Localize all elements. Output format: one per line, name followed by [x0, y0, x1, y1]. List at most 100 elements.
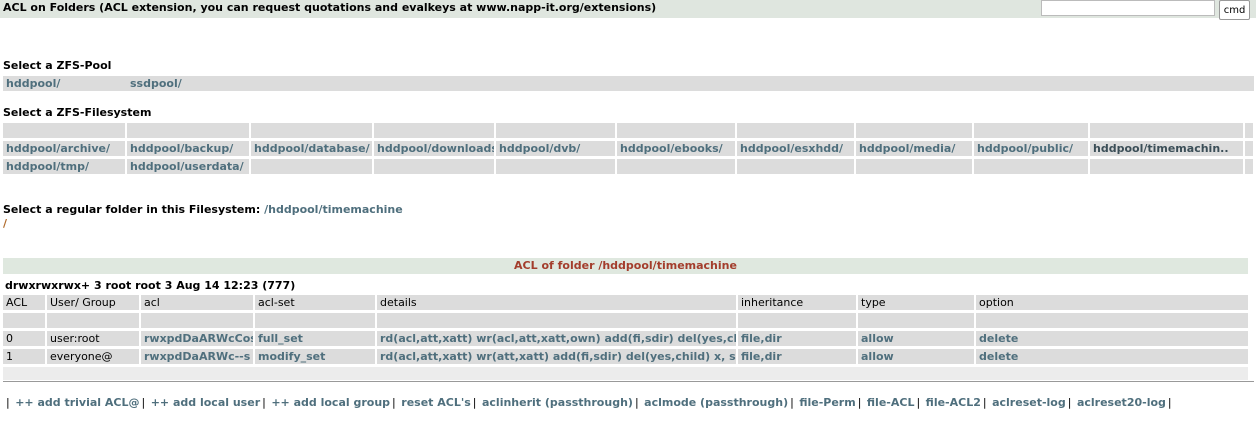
table-blank-cell: [858, 313, 974, 328]
col-acl-perm: acl: [141, 295, 253, 310]
acl-row-1-delete[interactable]: delete: [976, 349, 1248, 364]
fs-blank-cell: [1245, 141, 1253, 156]
acl-row-0-index: 0: [3, 331, 45, 346]
fs-blank-cell: [1090, 123, 1243, 138]
acl-row-1-inheritance[interactable]: file,dir: [738, 349, 856, 364]
separator: |: [634, 396, 639, 409]
separator: |: [790, 396, 794, 409]
acl-row-0-acl[interactable]: rwxpdDaARWcCos: [141, 331, 253, 346]
fs-item-public[interactable]: hddpool/public/: [974, 141, 1088, 156]
fs-blank-cell: [496, 159, 615, 174]
divider: [3, 381, 1254, 382]
cmd-button[interactable]: cmd: [1219, 0, 1250, 20]
fs-blank-cell: [127, 123, 249, 138]
current-folder-link[interactable]: /: [3, 217, 7, 230]
separator: |: [392, 396, 396, 409]
separator: |: [6, 396, 10, 409]
aclinherit-link[interactable]: aclinherit (passthrough): [482, 396, 633, 409]
file-perm-link[interactable]: file-Perm: [799, 396, 855, 409]
add-trivial-acl-link[interactable]: ++ add trivial ACL@: [15, 396, 139, 409]
folder-label: Select a regular folder in this Filesyst…: [3, 203, 403, 216]
separator: |: [916, 396, 921, 409]
fs-item-esxhdd[interactable]: hddpool/esxhdd/: [737, 141, 854, 156]
fs-item-backup[interactable]: hddpool/backup/: [127, 141, 249, 156]
add-local-user-link[interactable]: ++ add local user: [151, 396, 260, 409]
permission-line: drwxrwxrwx+ 3 root root 3 Aug 14 12:23 (…: [5, 279, 296, 292]
acl-row-0-delete[interactable]: delete: [976, 331, 1248, 346]
fs-item-ebooks[interactable]: hddpool/ebooks/: [617, 141, 735, 156]
col-details: details: [377, 295, 736, 310]
file-acl2-link[interactable]: file-ACL2: [926, 396, 981, 409]
acl-row-1-user: everyone@: [47, 349, 139, 364]
separator: |: [1067, 396, 1072, 409]
aclmode-link[interactable]: aclmode (passthrough): [644, 396, 788, 409]
action-bar: | ++ add trivial ACL@ | ++ add local user…: [4, 396, 1174, 409]
fs-item-userdata[interactable]: hddpool/userdata/: [127, 159, 249, 174]
fs-item-database[interactable]: hddpool/database/: [251, 141, 372, 156]
pool-item-ssdpool[interactable]: ssdpool/: [130, 76, 182, 91]
table-blank-cell: [47, 313, 139, 328]
acl-row-1-aclset[interactable]: modify_set: [255, 349, 375, 364]
fs-blank-cell: [856, 123, 972, 138]
col-user-group: User/ Group: [47, 295, 139, 310]
folder-path-link[interactable]: /hddpool/timemachine: [264, 203, 403, 216]
separator: |: [472, 396, 477, 409]
pool-item-hddpool[interactable]: hddpool/: [6, 76, 60, 91]
fs-blank-cell: [1245, 159, 1253, 174]
col-type: type: [858, 295, 974, 310]
col-acl: ACL: [3, 295, 45, 310]
acl-row-1-index: 1: [3, 349, 45, 364]
col-option: option: [976, 295, 1248, 310]
aclreset-log-link[interactable]: aclreset-log: [992, 396, 1066, 409]
folder-label-text: Select a regular folder in this Filesyst…: [3, 203, 261, 216]
fs-blank-cell: [251, 123, 372, 138]
fs-blank-cell: [737, 123, 854, 138]
fs-item-downloads[interactable]: hddpool/downloads/: [374, 141, 494, 156]
page-title: ACL on Folders (ACL extension, you can r…: [3, 1, 657, 14]
separator: |: [262, 396, 266, 409]
pool-row: hddpool/ ssdpool/: [3, 76, 1254, 91]
fs-item-dvb[interactable]: hddpool/dvb/: [496, 141, 615, 156]
separator: |: [857, 396, 862, 409]
table-blank-cell: [377, 313, 736, 328]
reset-acls-link[interactable]: reset ACL's: [401, 396, 471, 409]
fs-item-media[interactable]: hddpool/media/: [856, 141, 972, 156]
fs-item-archive[interactable]: hddpool/archive/: [3, 141, 125, 156]
fs-blank-cell: [1090, 159, 1243, 174]
col-inheritance: inheritance: [738, 295, 856, 310]
acl-row-0-details[interactable]: rd(acl,att,xatt) wr(acl,att,xatt,own) ad…: [377, 331, 736, 346]
acl-heading: ACL of folder /hddpool/timemachine: [3, 258, 1248, 274]
acl-row-1-details[interactable]: rd(acl,att,xatt) wr(att,xatt) add(fi,sdi…: [377, 349, 736, 364]
separator: |: [1167, 396, 1172, 409]
cmd-input[interactable]: [1041, 0, 1215, 16]
table-blank-cell: [141, 313, 253, 328]
separator: |: [982, 396, 987, 409]
filesystem-heading: Select a ZFS-Filesystem: [3, 106, 152, 119]
fs-blank-cell: [856, 159, 972, 174]
add-local-group-link[interactable]: ++ add local group: [271, 396, 390, 409]
acl-row-1-acl[interactable]: rwxpdDaARWc--s: [141, 349, 253, 364]
fs-blank-cell: [374, 123, 494, 138]
acl-row-0-inheritance[interactable]: file,dir: [738, 331, 856, 346]
table-blank-cell: [976, 313, 1248, 328]
table-blank-cell: [3, 313, 45, 328]
fs-blank-cell: [374, 159, 494, 174]
fs-item-tmp[interactable]: hddpool/tmp/: [3, 159, 125, 174]
fs-blank-cell: [617, 159, 735, 174]
acl-row-0-user: user:root: [47, 331, 139, 346]
table-footer-strip: [3, 367, 1248, 380]
acl-row-1-type[interactable]: allow: [858, 349, 974, 364]
fs-blank-cell: [737, 159, 854, 174]
file-acl-link[interactable]: file-ACL: [867, 396, 915, 409]
separator: |: [141, 396, 146, 409]
fs-blank-cell: [496, 123, 615, 138]
table-blank-cell: [738, 313, 856, 328]
fs-blank-cell: [251, 159, 372, 174]
fs-blank-cell: [974, 123, 1088, 138]
fs-item-timemachine[interactable]: hddpool/timemachin..: [1090, 141, 1243, 156]
fs-blank-cell: [974, 159, 1088, 174]
table-blank-cell: [255, 313, 375, 328]
acl-row-0-aclset[interactable]: full_set: [255, 331, 375, 346]
acl-row-0-type[interactable]: allow: [858, 331, 974, 346]
aclreset20-log-link[interactable]: aclreset20-log: [1077, 396, 1166, 409]
